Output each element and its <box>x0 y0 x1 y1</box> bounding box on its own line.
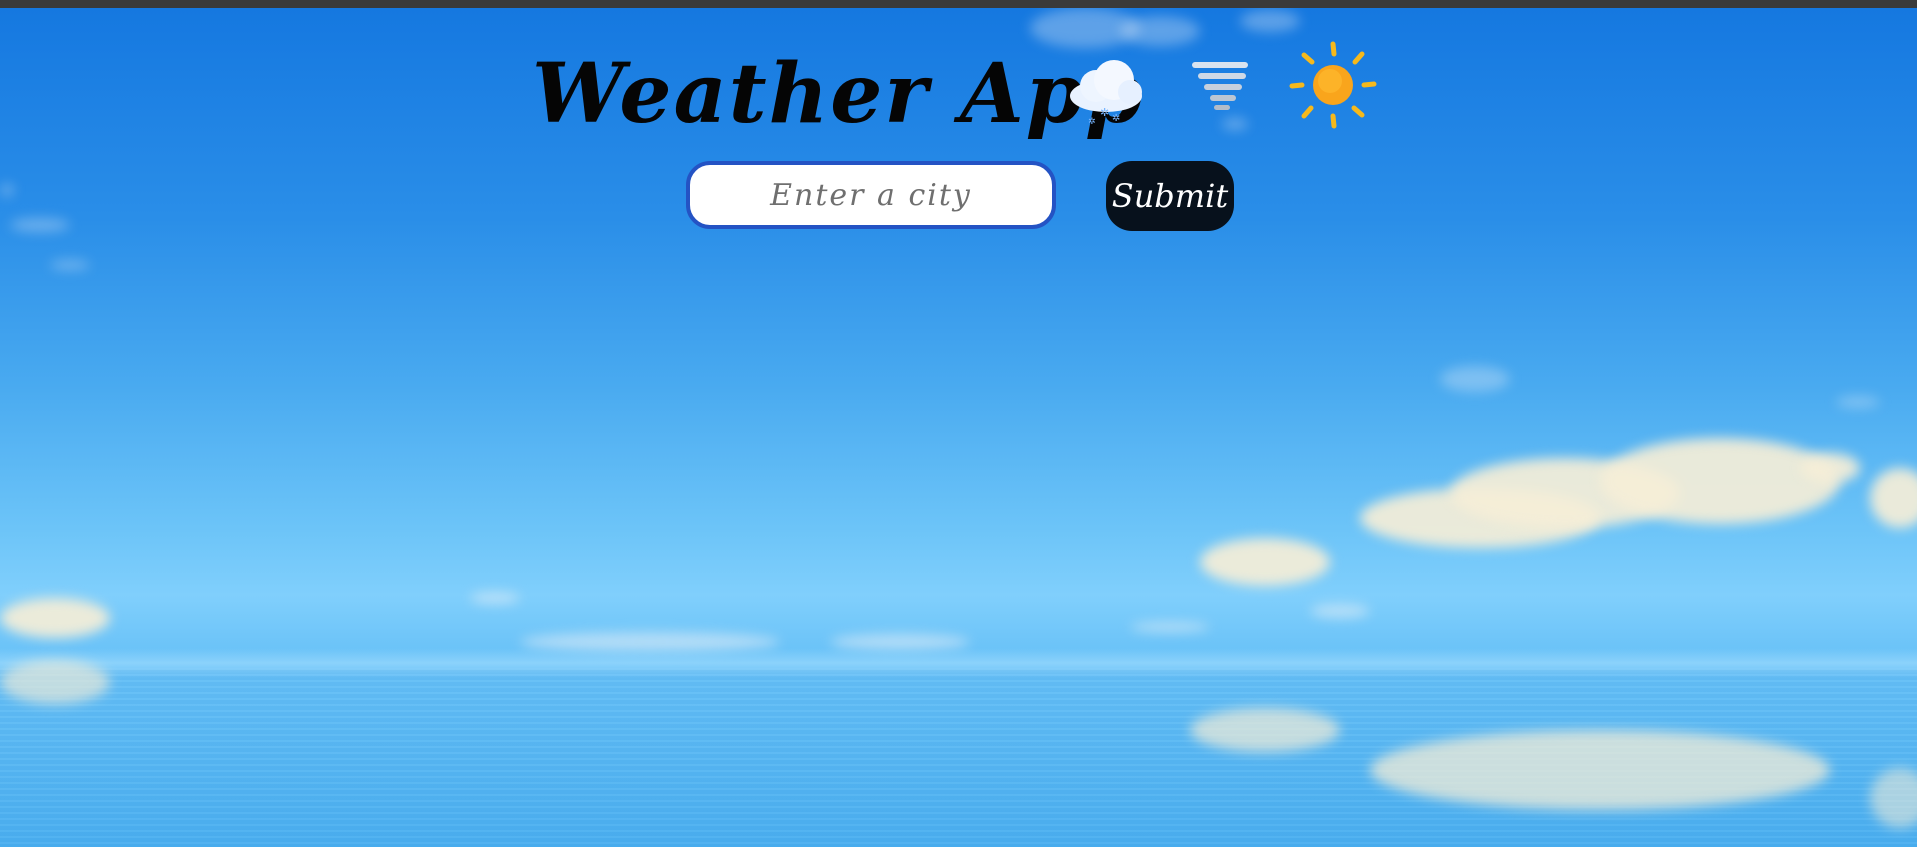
snow-cloud-icon: ✲ ✲ ✲ <box>1066 58 1148 127</box>
city-input[interactable] <box>686 161 1056 229</box>
window-top-bar <box>0 0 1917 8</box>
search-form: Submit <box>0 160 1917 232</box>
wind-icon <box>1190 60 1250 112</box>
svg-text:✲: ✲ <box>1100 106 1109 119</box>
app-header: Weather App ✲ ✲ ✲ <box>0 8 1917 142</box>
submit-button[interactable]: Submit <box>1106 161 1234 231</box>
sun-icon <box>1288 40 1378 130</box>
app-title: Weather App <box>532 46 1145 142</box>
svg-text:✲: ✲ <box>1088 117 1096 126</box>
svg-text:✲: ✲ <box>1112 113 1120 124</box>
